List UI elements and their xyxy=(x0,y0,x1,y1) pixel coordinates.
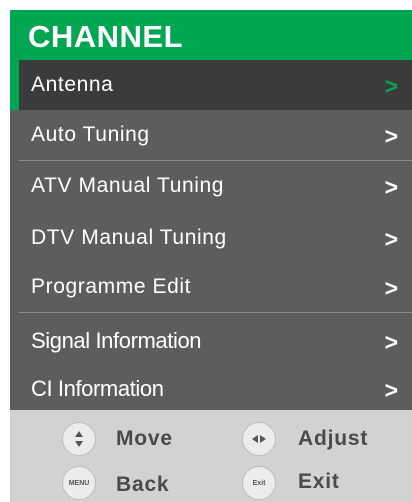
menu-key-icon: MENU xyxy=(62,466,96,500)
menu-item-label: Auto Tuning xyxy=(31,123,150,146)
menu-item-signal-information[interactable]: Signal Information > xyxy=(19,315,412,367)
chevron-right-icon: > xyxy=(384,72,398,99)
menu-item-label: Signal Information xyxy=(31,328,202,353)
hint-back-label: Back xyxy=(116,473,170,496)
divider xyxy=(19,312,412,313)
left-right-arrows-icon xyxy=(242,422,276,456)
up-down-arrows-icon xyxy=(62,422,96,456)
menu-item-atv-manual-tuning[interactable]: ATV Manual Tuning > xyxy=(19,161,412,211)
menu-title: CHANNEL xyxy=(28,19,184,54)
exit-key-icon: Exit xyxy=(242,466,276,500)
menu-item-auto-tuning[interactable]: Auto Tuning > xyxy=(19,110,412,160)
key-hints-footer: Move Adjust MENU Back Exit Exit xyxy=(10,410,412,502)
menu-item-label: Antenna xyxy=(31,73,114,96)
menu-item-ci-information[interactable]: CI Information > xyxy=(19,367,412,410)
menu-item-label: Programme Edit xyxy=(31,275,192,298)
title-bar: CHANNEL xyxy=(10,10,412,60)
selection-accent xyxy=(10,60,19,110)
chevron-right-icon: > xyxy=(384,225,398,252)
chevron-right-icon: > xyxy=(384,274,398,301)
chevron-right-icon: > xyxy=(384,173,398,200)
channel-menu: CHANNEL Antenna > Auto Tuning > ATV Manu… xyxy=(10,10,412,502)
chevron-right-icon: > xyxy=(384,122,398,149)
menu-item-antenna[interactable]: Antenna > xyxy=(19,60,412,110)
hint-adjust-label: Adjust xyxy=(298,427,369,450)
menu-item-programme-edit[interactable]: Programme Edit > xyxy=(19,264,412,310)
hint-move-label: Move xyxy=(116,427,173,450)
hint-exit-label: Exit xyxy=(298,470,340,493)
menu-item-dtv-manual-tuning[interactable]: DTV Manual Tuning > xyxy=(19,211,412,264)
menu-item-label: DTV Manual Tuning xyxy=(31,225,227,249)
menu-item-label: ATV Manual Tuning xyxy=(31,174,225,197)
menu-item-label: CI Information xyxy=(31,375,164,401)
chevron-right-icon: > xyxy=(384,376,398,403)
chevron-right-icon: > xyxy=(384,328,398,355)
